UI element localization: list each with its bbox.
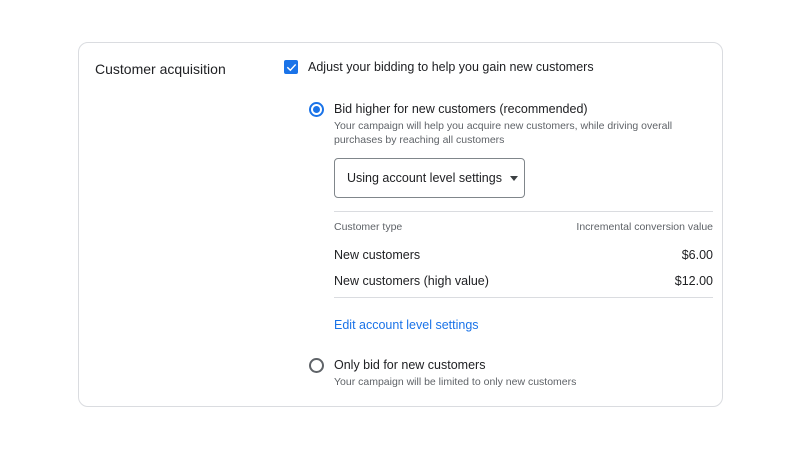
radio-option-bid-higher[interactable]: Bid higher for new customers (recommende… xyxy=(309,102,684,147)
table-top-divider xyxy=(334,211,713,212)
header-incremental-value: Incremental conversion value xyxy=(576,221,713,233)
table-row: New customers (high value) $12.00 xyxy=(334,268,713,294)
adjust-bidding-checkbox[interactable] xyxy=(284,60,298,74)
account-settings-dropdown[interactable]: Using account level settings xyxy=(334,158,525,198)
row-customer-type: New customers xyxy=(334,248,421,262)
row-customer-type: New customers (high value) xyxy=(334,274,489,288)
table-bottom-divider xyxy=(334,297,713,298)
radio-bid-higher-label: Bid higher for new customers (recommende… xyxy=(334,102,588,116)
radio-only-new[interactable] xyxy=(309,358,324,373)
radio-option-only-new[interactable]: Only bid for new customers Your campaign… xyxy=(309,358,684,389)
row-value: $12.00 xyxy=(674,274,713,288)
customer-acquisition-card: Customer acquisition Adjust your bidding… xyxy=(78,42,723,407)
table-header: Customer type Incremental conversion val… xyxy=(334,221,713,235)
adjust-bidding-label: Adjust your bidding to help you gain new… xyxy=(308,60,594,74)
radio-bid-higher[interactable] xyxy=(309,102,324,117)
row-value: $6.00 xyxy=(681,248,713,262)
table-row: New customers $6.00 xyxy=(334,242,713,268)
edit-account-settings-link[interactable]: Edit account level settings xyxy=(334,318,479,332)
conversion-value-table: Customer type Incremental conversion val… xyxy=(334,211,713,298)
radio-bid-higher-description: Your campaign will help you acquire new … xyxy=(334,120,673,146)
checkmark-icon xyxy=(286,63,296,71)
caret-down-icon xyxy=(509,175,518,181)
dropdown-selected-value: Using account level settings xyxy=(347,171,502,185)
radio-only-new-label: Only bid for new customers xyxy=(334,358,486,372)
section-title: Customer acquisition xyxy=(95,61,226,77)
header-customer-type: Customer type xyxy=(334,221,403,233)
radio-only-new-description: Your campaign will be limited to only ne… xyxy=(334,376,577,388)
adjust-bidding-checkbox-row[interactable]: Adjust your bidding to help you gain new… xyxy=(284,60,594,74)
